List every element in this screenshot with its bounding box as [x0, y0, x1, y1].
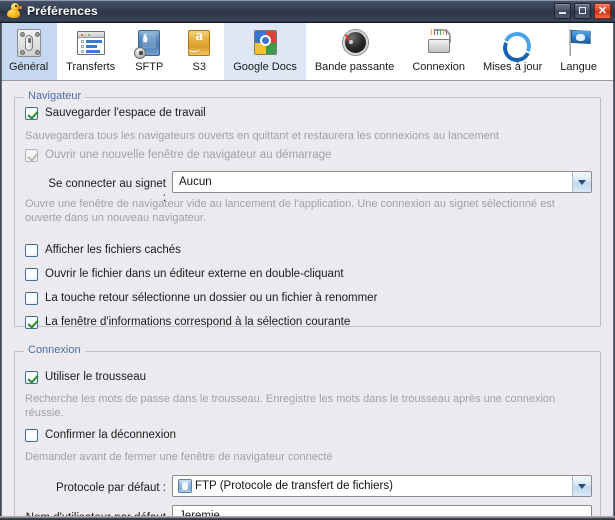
- chevron-down-icon[interactable]: [572, 476, 591, 496]
- tab-mises-a-jour[interactable]: Mises à jour: [474, 23, 551, 80]
- open-external-editor-label: Ouvrir le fichier dans un éditeur extern…: [45, 268, 344, 280]
- tab-general-label: Général: [9, 61, 49, 73]
- return-key-rename-label: La touche retour sélectionne un dossier …: [45, 292, 378, 304]
- bookmark-select-value: Aucun: [179, 176, 212, 188]
- tab-bande-passante-label: Bande passante: [314, 61, 395, 73]
- window-title: Préférences: [27, 4, 98, 18]
- confirm-disconnect-description: Demander avant de fermer une fenêtre de …: [25, 451, 333, 463]
- show-hidden-label: Afficher les fichiers cachés: [45, 244, 181, 256]
- group-navigateur-title: Navigateur: [24, 90, 86, 103]
- transfer-window-icon: [75, 27, 107, 59]
- bookmark-field-description: Ouvre une fenêtre de navigateur vide au …: [25, 198, 555, 224]
- window-left-edge: [0, 23, 2, 520]
- gauge-icon: [339, 27, 371, 59]
- tab-connexion-label: Connexion: [412, 61, 465, 73]
- checkbox-row-confirm-disconnect[interactable]: Confirmer la déconnexion: [25, 428, 176, 442]
- open-external-editor-checkbox[interactable]: [25, 267, 38, 281]
- checkbox-row-use-keychain[interactable]: Utiliser le trousseau: [25, 370, 146, 384]
- save-workspace-label: Sauvegarder l'espace de travail: [45, 107, 206, 119]
- open-new-browser-label: Ouvrir une nouvelle fenêtre de navigateu…: [45, 149, 332, 161]
- toggle-switch-icon: [13, 27, 45, 59]
- info-window-selection-label: La fenêtre d'informations correspond à l…: [45, 316, 351, 328]
- save-workspace-checkbox[interactable]: [25, 106, 38, 120]
- open-new-browser-checkbox[interactable]: [25, 148, 38, 162]
- preferences-content: Navigateur Sauvegarder l'espace de trava…: [0, 81, 615, 519]
- tab-langue[interactable]: Langue: [551, 23, 606, 80]
- tab-sftp-label: SFTP: [135, 61, 164, 73]
- confirm-disconnect-checkbox[interactable]: [25, 428, 38, 442]
- tab-google-docs[interactable]: Google Docs: [224, 23, 306, 80]
- flag-icon: [563, 27, 595, 59]
- refresh-arrows-icon: [497, 27, 535, 66]
- minimize-button[interactable]: [554, 3, 571, 19]
- save-workspace-description: Sauvegardera tous les navigateurs ouvert…: [25, 130, 499, 142]
- checkbox-row-show-hidden[interactable]: Afficher les fichiers cachés: [25, 243, 181, 257]
- tab-s3-label: S3: [192, 61, 206, 73]
- use-keychain-label: Utiliser le trousseau: [45, 371, 146, 383]
- group-connexion-title: Connexion: [24, 344, 85, 357]
- tab-transferts-label: Transferts: [66, 61, 116, 73]
- use-keychain-description: Recherche les mots de passe dans le trou…: [25, 393, 556, 419]
- tab-general[interactable]: Général: [0, 23, 58, 80]
- default-protocol-value: FTP (Protocole de transfert de fichiers): [195, 480, 393, 492]
- bookmark-select[interactable]: Aucun: [172, 171, 592, 193]
- checkbox-row-save-workspace[interactable]: Sauvegarder l'espace de travail: [25, 106, 206, 120]
- checkbox-row-open-new-browser[interactable]: Ouvrir une nouvelle fenêtre de navigateu…: [25, 148, 331, 162]
- ethernet-jack-icon: [423, 27, 455, 59]
- checkbox-row-return-key-rename[interactable]: La touche retour sélectionne un dossier …: [25, 291, 377, 305]
- tab-sftp[interactable]: SFTP: [124, 23, 174, 80]
- preferences-window: Préférences ✕ Général Transferts SFTP a …: [0, 0, 615, 520]
- window-bottom-edge: [0, 516, 615, 520]
- checkbox-row-info-window-selection[interactable]: La fenêtre d'informations correspond à l…: [25, 315, 350, 329]
- amazon-disk-icon: a: [183, 27, 215, 59]
- window-controls: ✕: [554, 3, 611, 19]
- show-hidden-checkbox[interactable]: [25, 243, 38, 257]
- return-key-rename-checkbox[interactable]: [25, 291, 38, 305]
- maximize-button[interactable]: [574, 3, 591, 19]
- ftp-disk-icon: [178, 479, 192, 493]
- default-protocol-label: Protocole par défaut :: [56, 482, 166, 494]
- confirm-disconnect-label: Confirmer la déconnexion: [45, 429, 177, 441]
- tab-mises-a-jour-label: Mises à jour: [482, 61, 543, 73]
- chevron-down-icon[interactable]: [572, 172, 591, 192]
- info-window-selection-checkbox[interactable]: [25, 315, 38, 329]
- tab-connexion[interactable]: Connexion: [403, 23, 474, 80]
- tab-bande-passante[interactable]: Bande passante: [306, 23, 404, 80]
- google-docs-icon: [249, 27, 281, 59]
- tab-s3[interactable]: a S3: [174, 23, 224, 80]
- locked-disk-icon: [133, 27, 165, 59]
- use-keychain-checkbox[interactable]: [25, 370, 38, 384]
- tab-google-docs-label: Google Docs: [233, 61, 297, 73]
- preferences-toolbar: Général Transferts SFTP a S3 Google Docs…: [0, 23, 615, 81]
- tab-transferts[interactable]: Transferts: [57, 23, 124, 80]
- checkbox-row-open-external-editor[interactable]: Ouvrir le fichier dans un éditeur extern…: [25, 267, 344, 281]
- close-button[interactable]: ✕: [594, 3, 611, 19]
- title-bar: Préférences ✕: [0, 0, 615, 23]
- duck-icon: [5, 2, 23, 20]
- tab-langue-label: Langue: [560, 61, 597, 73]
- default-protocol-select[interactable]: FTP (Protocole de transfert de fichiers): [172, 475, 592, 497]
